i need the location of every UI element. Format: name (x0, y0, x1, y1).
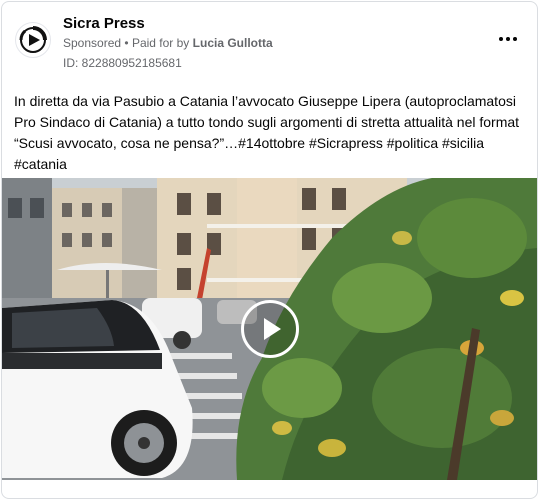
page-name[interactable]: Sicra Press (63, 15, 145, 32)
play-button[interactable] (241, 300, 299, 358)
sponsored-line: Sponsored • Paid for by Lucia Gullotta (63, 36, 273, 50)
paid-for-prefix: Paid for by (131, 36, 190, 50)
ad-id: ID: 822880952185681 (63, 56, 182, 70)
payer-name[interactable]: Lucia Gullotta (193, 36, 273, 50)
video-thumbnail[interactable] (2, 178, 537, 480)
post-text: In diretta da via Pasubio a Catania l’av… (14, 93, 520, 172)
page-logo-icon (19, 26, 47, 53)
meta-separator: • (124, 36, 129, 50)
sponsored-label: Sponsored (63, 36, 122, 50)
ad-card: Sicra Press Sponsored • Paid for by Luci… (1, 1, 538, 499)
more-horizontal-icon (499, 37, 503, 41)
more-options-button[interactable] (496, 30, 520, 48)
page-avatar[interactable] (15, 22, 51, 58)
play-icon (264, 318, 281, 340)
